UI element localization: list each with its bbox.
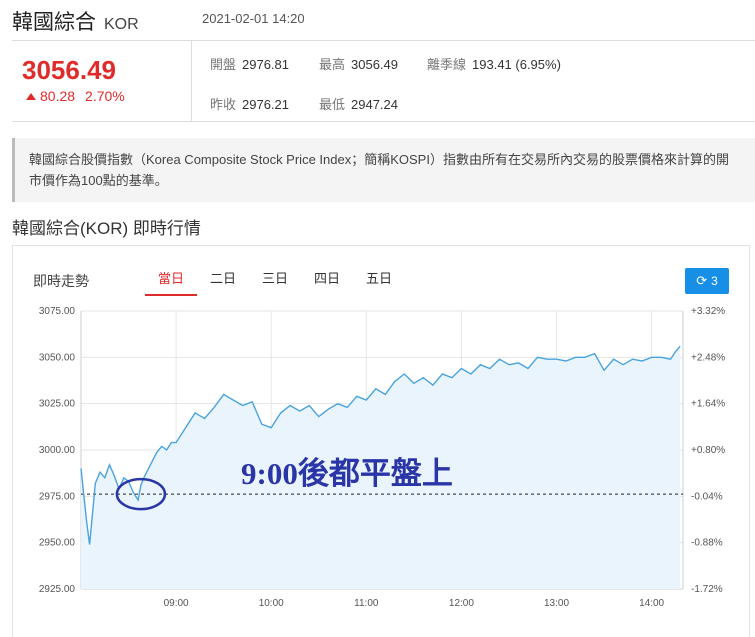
y-tick-label: 3025.00 xyxy=(39,399,76,410)
intraday-chart: 3075.00 3050.00 3025.00 3000.00 2975.00 2950.… xyxy=(39,306,725,609)
x-tick-label: 13:00 xyxy=(544,598,569,609)
percent-tick-label: -1.72% xyxy=(691,584,723,595)
stat-prev-close: 昨收 2976.21 xyxy=(210,97,290,112)
price-block: 3056.49 80.28 2.70% xyxy=(12,41,192,121)
quote-timestamp: 2021-02-01 14:20 xyxy=(202,11,305,26)
change-value: 80.28 xyxy=(40,88,76,104)
y-tick-label: 2950.00 xyxy=(39,538,76,549)
section-title: 韓國綜合(KOR) 即時行情 xyxy=(12,219,201,238)
y-tick-label: 3050.00 xyxy=(39,352,76,363)
x-tick-label: 14:00 xyxy=(639,598,664,609)
percent-tick-label: +2.48% xyxy=(691,352,725,363)
x-tick-label: 12:00 xyxy=(449,598,474,609)
change-percent: 2.70% xyxy=(85,88,125,104)
stat-high: 最高 3056.49 xyxy=(319,57,399,72)
percent-tick-label: +3.32% xyxy=(691,306,725,317)
up-triangle-icon xyxy=(26,93,36,100)
x-tick-label: 11:00 xyxy=(354,598,379,609)
index-code: KOR xyxy=(104,16,139,33)
percent-tick-label: -0.04% xyxy=(691,491,723,502)
index-header: 韓國綜合 KOR 2021-02-01 14:20 xyxy=(12,6,305,34)
y-tick-label: 2925.00 xyxy=(39,584,76,595)
percent-tick-label: +1.64% xyxy=(691,399,725,410)
index-name: 韓國綜合 xyxy=(12,11,96,34)
quote-panel: 3056.49 80.28 2.70% 開盤 2976.81 最高 3056.49 離… xyxy=(12,40,755,122)
x-tick-label: 09:00 xyxy=(164,598,189,609)
stat-season-line: 離季線 193.41 (6.95%) xyxy=(427,57,561,72)
annotation-text: 9:00後都平盤上 xyxy=(241,456,453,491)
last-price: 3056.49 xyxy=(22,55,116,85)
chart-card: 即時走勢 當日 二日 三日 四日 五日 ⟳ 3 3075.00 3050.00 302… xyxy=(12,245,750,637)
percent-tick-label: +0.80% xyxy=(691,445,725,456)
stat-low: 最低 2947.24 xyxy=(319,97,399,112)
price-change: 80.28 2.70% xyxy=(26,88,125,104)
y-axis-labels: 3075.00 3050.00 3025.00 3000.00 2975.00 2950.… xyxy=(39,306,76,595)
y-tick-label: 3000.00 xyxy=(39,445,76,456)
percent-tick-label: -0.88% xyxy=(691,538,723,549)
x-axis-labels: 09:00 10:00 11:00 12:00 13:00 14:00 xyxy=(164,598,665,609)
y-tick-label: 3075.00 xyxy=(39,306,76,317)
percent-axis-labels: +3.32% +2.48% +1.64% +0.80% -0.04% -0.88% -1.7… xyxy=(691,306,725,595)
index-description: 韓國綜合股價指數（Korea Composite Stock Price Ind… xyxy=(12,138,755,202)
y-tick-label: 2975.00 xyxy=(39,491,76,502)
stat-open: 開盤 2976.81 xyxy=(210,57,290,72)
x-tick-label: 10:00 xyxy=(259,598,284,609)
